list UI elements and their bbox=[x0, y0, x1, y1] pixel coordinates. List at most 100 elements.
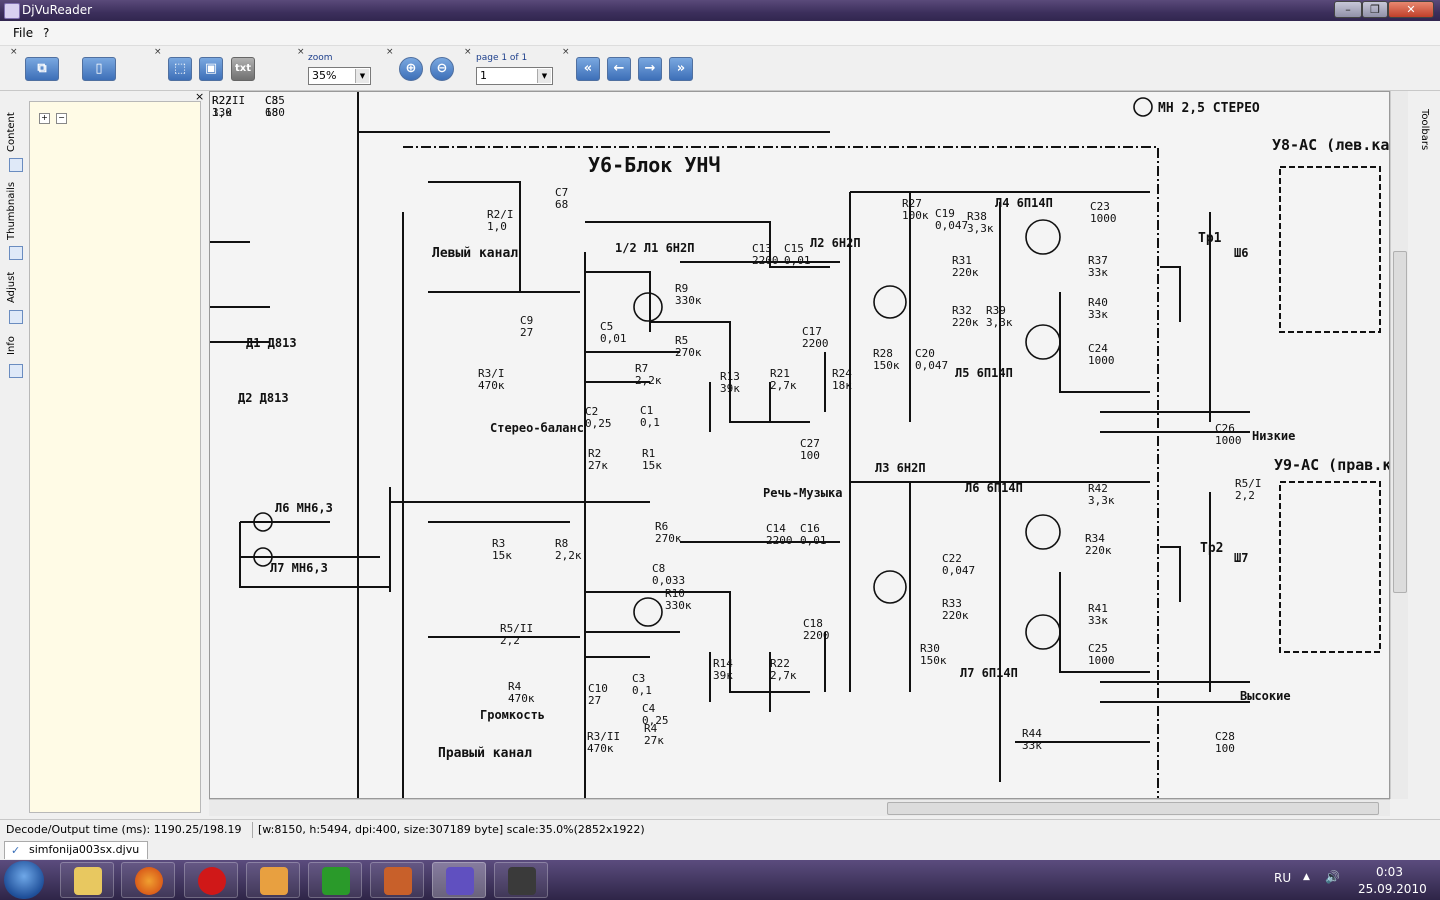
page-icon: ▯ bbox=[95, 61, 103, 76]
taskbar-app-djvureader[interactable] bbox=[432, 862, 486, 898]
tab-content[interactable]: Content bbox=[6, 108, 26, 156]
component-value: 150к bbox=[873, 359, 900, 372]
toolbar-close-icon[interactable]: × bbox=[10, 47, 18, 57]
component-value: 1000 bbox=[1088, 654, 1115, 667]
stereo-lamp-label: МН 2,5 СТЕРЕО bbox=[1158, 101, 1260, 116]
fit-icon: ⧉ bbox=[37, 61, 47, 76]
component-value: 0,01 bbox=[784, 254, 811, 267]
chevron-down-icon[interactable]: ▼ bbox=[537, 69, 551, 83]
zoom-out-button[interactable]: ⊖ bbox=[430, 57, 454, 81]
toolbar-close-icon[interactable]: × bbox=[562, 47, 570, 57]
taskbar-app-utorrent[interactable] bbox=[308, 862, 362, 898]
taskbar: RU ▲ 🔊 0:03 25.09.2010 bbox=[0, 860, 1440, 900]
thumbnails-icon[interactable] bbox=[9, 246, 23, 260]
taskbar-app-opera[interactable] bbox=[184, 862, 238, 898]
taskbar-app-media-player[interactable] bbox=[246, 862, 300, 898]
component-value: 15к bbox=[492, 549, 512, 562]
tube-symbols bbox=[253, 97, 1153, 650]
taskbar-app-firefox[interactable] bbox=[121, 862, 175, 898]
menu-file[interactable]: File bbox=[13, 26, 33, 40]
last-page-button[interactable]: » bbox=[669, 57, 693, 81]
scroll-thumb[interactable] bbox=[1393, 251, 1407, 593]
minimize-button[interactable]: – bbox=[1334, 1, 1362, 18]
tab-adjust[interactable]: Adjust bbox=[6, 268, 26, 306]
right-channel-label: Правый канал bbox=[438, 746, 532, 761]
lamp-l6-label: Л6 МН6,3 bbox=[275, 501, 333, 515]
toolbar-close-icon[interactable]: × bbox=[154, 47, 162, 57]
page-label: page 1 of 1 bbox=[476, 53, 528, 63]
maximize-button[interactable]: ❐ bbox=[1362, 1, 1388, 18]
close-button[interactable]: ✕ bbox=[1388, 1, 1434, 18]
content-icon[interactable] bbox=[9, 158, 23, 172]
toolbar-close-icon[interactable]: × bbox=[297, 47, 305, 57]
adjust-icon[interactable] bbox=[9, 310, 23, 324]
component-value: 27к bbox=[588, 459, 608, 472]
zoom-out-icon: ⊖ bbox=[436, 61, 448, 76]
zoom-label: zoom bbox=[308, 53, 333, 63]
collapse-all-icon[interactable]: − bbox=[56, 113, 67, 124]
expand-all-icon[interactable]: + bbox=[39, 113, 50, 124]
document-view[interactable]: У6-Блок УНЧ Левый канал Правый канал Сте… bbox=[209, 91, 1390, 799]
toolbar-group-page: × page 1 of 1 1 ▼ bbox=[462, 47, 562, 87]
first-page-button[interactable]: « bbox=[576, 57, 600, 81]
tab-toolbars[interactable]: Toolbars bbox=[1410, 100, 1430, 160]
tab-thumbnails[interactable]: Thumbnails bbox=[6, 180, 26, 242]
component-value: 1000 bbox=[1090, 212, 1117, 225]
tube-l7-label: Л7 6П14П bbox=[960, 666, 1018, 680]
side-panel bbox=[29, 101, 201, 813]
tube-l2-label: Л2 6Н2П bbox=[810, 236, 861, 250]
toolbar-close-icon[interactable]: × bbox=[464, 47, 472, 57]
toolbar-close-icon[interactable]: × bbox=[386, 47, 394, 57]
info-icon[interactable] bbox=[9, 364, 23, 378]
clock-date[interactable]: 25.09.2010 bbox=[1358, 882, 1427, 896]
folder-icon bbox=[74, 867, 102, 895]
page-select[interactable]: 1 ▼ bbox=[476, 67, 553, 85]
component-value: 33к bbox=[1022, 739, 1042, 752]
component-value: 1000 bbox=[1088, 354, 1115, 367]
select-region-button[interactable]: ⬚ bbox=[168, 57, 192, 81]
language-indicator[interactable]: RU bbox=[1274, 871, 1291, 885]
volume-icon[interactable]: 🔊 bbox=[1325, 870, 1340, 884]
fit-mode-button[interactable]: ⧉ bbox=[25, 57, 59, 81]
start-button[interactable] bbox=[4, 861, 44, 899]
next-page-button[interactable]: → bbox=[638, 57, 662, 81]
chevron-down-icon[interactable]: ▼ bbox=[355, 69, 369, 83]
tab-info[interactable]: Info bbox=[6, 332, 26, 360]
taskbar-app-sound[interactable] bbox=[370, 862, 424, 898]
scroll-thumb[interactable] bbox=[887, 802, 1379, 815]
document-tab[interactable]: ✓ simfonija003sx.djvu bbox=[4, 841, 149, 859]
component-value: 3,3к bbox=[986, 316, 1013, 329]
zoom-in-button[interactable]: ⊕ bbox=[399, 57, 423, 81]
speaker-right-label: У9-АС (прав.кан.) bbox=[1274, 456, 1390, 474]
toolbar-group-zoom-buttons: × ⊕ ⊖ bbox=[384, 47, 464, 87]
tube-l6-label: Л6 6П14П bbox=[965, 481, 1023, 495]
toolbar: × ⧉ ▯ × ⬚ ▣ txt × zoom 35% ▼ × ⊕ ⊖ × pag… bbox=[0, 46, 1440, 91]
taskbar-app-321-player[interactable] bbox=[494, 862, 548, 898]
component-value: 33к bbox=[1088, 308, 1108, 321]
component-value: 270к bbox=[655, 532, 682, 545]
component-value: 3,3к bbox=[967, 222, 994, 235]
vertical-scrollbar[interactable] bbox=[1390, 91, 1408, 799]
page-layout-button[interactable]: ▯ bbox=[82, 57, 116, 81]
previous-page-button[interactable]: ← bbox=[607, 57, 631, 81]
double-left-arrow-icon: « bbox=[583, 61, 593, 76]
clapperboard-icon bbox=[508, 867, 536, 895]
horizontal-scrollbar[interactable] bbox=[209, 799, 1390, 816]
component-value: 1000 bbox=[1215, 434, 1242, 447]
lamp-l7-label: Л7 МН6,3 bbox=[270, 561, 328, 575]
select-text-button[interactable]: txt bbox=[231, 57, 255, 81]
component-value: 2200 bbox=[802, 337, 829, 350]
clock-time[interactable]: 0:03 bbox=[1376, 865, 1403, 879]
component-value: 100к bbox=[902, 209, 929, 222]
taskbar-app-explorer[interactable] bbox=[60, 862, 114, 898]
menu-help[interactable]: ? bbox=[43, 26, 49, 40]
select-image-button[interactable]: ▣ bbox=[199, 57, 223, 81]
zoom-value: 35% bbox=[312, 69, 337, 82]
component-value: 27 bbox=[588, 694, 601, 707]
component-value: 18к bbox=[832, 379, 852, 392]
component-value: 270к bbox=[675, 346, 702, 359]
zoom-select[interactable]: 35% ▼ bbox=[308, 67, 371, 85]
tray-expand-icon[interactable]: ▲ bbox=[1303, 872, 1310, 882]
title-bar[interactable]: DjVuReader – ❐ ✕ bbox=[0, 0, 1440, 21]
component-value: 0,033 bbox=[652, 574, 685, 587]
